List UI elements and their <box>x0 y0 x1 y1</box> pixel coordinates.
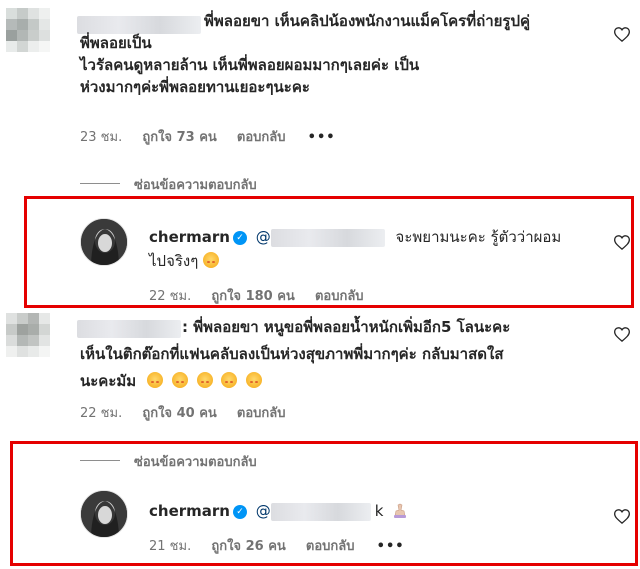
reply-username[interactable]: chermarn <box>149 502 230 520</box>
reply-text-line: จะพยามนะคะ รู้ตัวว่าผอม <box>395 228 562 246</box>
emoji-icon <box>246 372 263 388</box>
comment-text-line: : พี่พลอยขา หนูขอพี่พลอยน้ำหนักเพิ่มอีก5… <box>182 318 511 336</box>
mention-prefix[interactable]: @ <box>256 502 271 520</box>
comment-text-line: เห็นในติกต๊อกที่แฟนคลับลงเป็นห่วงสุขภาพพ… <box>80 345 504 363</box>
emoji-icon <box>146 372 163 388</box>
comment-text-line: พี่พลอยขา เห็นคลิปน้องพนักงานแม็คโครที่ถ… <box>204 12 531 30</box>
comment-time[interactable]: 23 ชม. <box>80 130 122 145</box>
heart-icon[interactable] <box>614 509 630 524</box>
comment-likes[interactable]: ถูกใจ 40 คน <box>142 406 216 421</box>
heart-icon[interactable] <box>614 27 630 42</box>
more-options-icon[interactable]: ••• <box>308 130 336 145</box>
emoji-icon <box>221 372 238 388</box>
reply-likes[interactable]: ถูกใจ 26 คน <box>211 539 285 554</box>
mention-prefix[interactable]: @ <box>256 228 271 246</box>
heart-icon[interactable] <box>614 327 630 342</box>
comment-time[interactable]: 22 ชม. <box>80 406 122 421</box>
comment-meta: 23 ชม. ถูกใจ 73 คน ตอบกลับ ••• <box>80 126 336 147</box>
reply-text: chermarn ✓ @ k <box>149 500 619 522</box>
comment-text: พี่พลอยขา เห็นคลิปน้องพนักงานแม็คโครที่ถ… <box>80 10 620 98</box>
hide-replies-label: ซ่อนข้อความตอบกลับ <box>134 178 257 193</box>
avatar[interactable] <box>80 218 128 266</box>
reply-time[interactable]: 21 ชม. <box>149 539 191 554</box>
emoji-icon <box>203 252 220 268</box>
mention-redacted <box>270 228 385 247</box>
emoji-icon <box>196 372 213 388</box>
hide-replies-button[interactable]: ซ่อนข้อความตอบกลับ <box>134 174 257 195</box>
reply-meta: 21 ชม. ถูกใจ 26 คน ตอบกลับ ••• <box>149 535 405 556</box>
reply-button[interactable]: ตอบกลับ <box>237 406 286 421</box>
reply-likes[interactable]: ถูกใจ 180 คน <box>211 289 294 304</box>
comment-text-line: นะคะมัม <box>80 372 137 390</box>
hide-replies-label: ซ่อนข้อความตอบกลับ <box>134 455 257 470</box>
comment-text-line: ไวรัลคนดูหลายล้าน เห็นพี่พลอยผอมมากๆเลยค… <box>80 56 420 74</box>
avatar[interactable] <box>6 313 50 357</box>
comment-likes[interactable]: ถูกใจ 73 คน <box>142 130 216 145</box>
reply-button[interactable]: ตอบกลับ <box>306 539 355 554</box>
reply-text-line: k <box>374 502 384 520</box>
reply-text: chermarn ✓ @ จะพยามนะคะ รู้ตัวว่าผอม ไปจร… <box>149 226 619 272</box>
hide-replies-button[interactable]: ซ่อนข้อความตอบกลับ <box>134 451 257 472</box>
mention-redacted <box>270 502 371 521</box>
divider <box>80 183 120 184</box>
more-options-icon[interactable]: ••• <box>377 539 405 554</box>
comment-meta: 22 ชม. ถูกใจ 40 คน ตอบกลับ <box>80 402 286 423</box>
reply-button[interactable]: ตอบกลับ <box>237 130 286 145</box>
heart-icon[interactable] <box>614 235 630 250</box>
emoji-icon <box>392 502 408 518</box>
comment-text-line: พี่พลอยเป็น <box>80 34 152 52</box>
profile-photo <box>81 491 127 537</box>
comment-text-line: ห่วงมากๆค่ะพี่พลอยทานเยอะๆนะคะ <box>80 78 310 96</box>
verified-badge-icon: ✓ <box>232 504 247 519</box>
emoji-icon <box>171 372 188 388</box>
reply-username[interactable]: chermarn <box>149 228 230 246</box>
comment-text: : พี่พลอยขา หนูขอพี่พลอยน้ำหนักเพิ่มอีก5… <box>80 316 620 392</box>
avatar[interactable] <box>6 8 50 52</box>
verified-badge-icon: ✓ <box>232 230 247 245</box>
reply-button[interactable]: ตอบกลับ <box>315 289 364 304</box>
avatar[interactable] <box>80 490 128 538</box>
divider <box>80 460 120 461</box>
reply-time[interactable]: 22 ชม. <box>149 289 191 304</box>
reply-meta: 22 ชม. ถูกใจ 180 คน ตอบกลับ <box>149 285 364 306</box>
reply-text-line: ไปจริงๆ <box>149 252 199 270</box>
profile-photo <box>81 219 127 265</box>
